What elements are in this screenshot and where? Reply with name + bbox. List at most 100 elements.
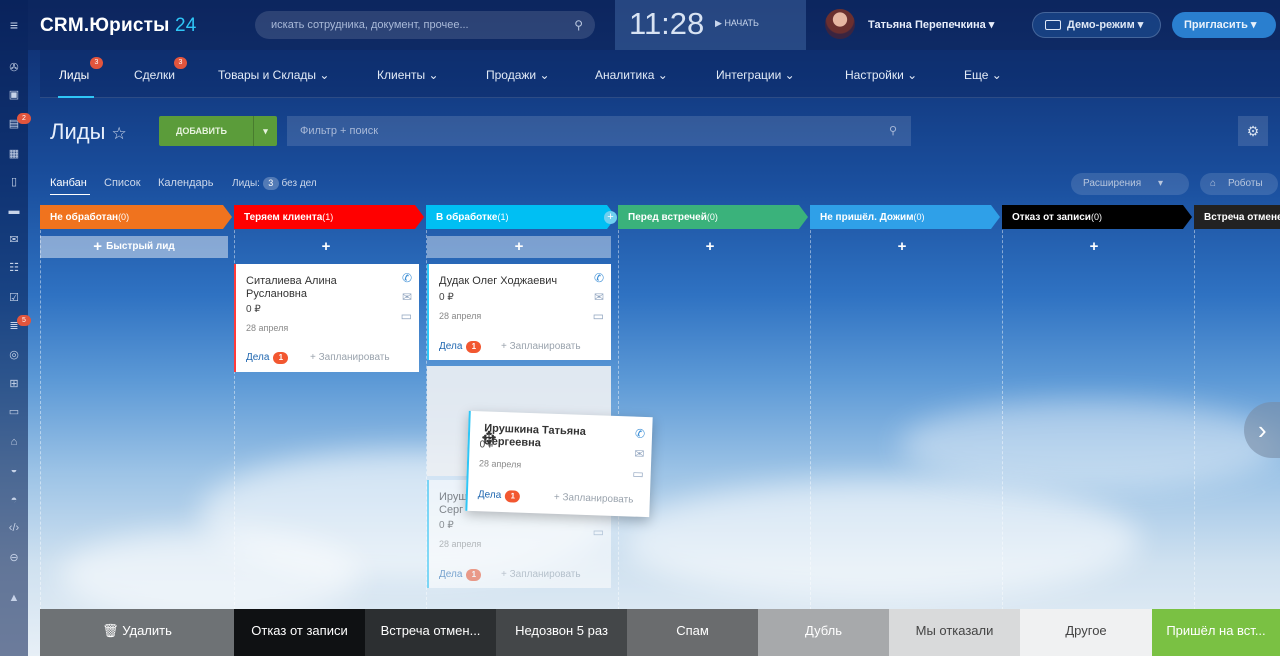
user-menu[interactable]: Татьяна Перепечкина ▾ bbox=[868, 18, 994, 31]
tab-products[interactable]: Товары и Склады ⌄ bbox=[218, 68, 329, 82]
phone-icon[interactable]: ✆ bbox=[402, 271, 412, 285]
schedule-link[interactable]: + Запланировать bbox=[501, 341, 581, 352]
gear-icon[interactable]: ⚙ bbox=[1238, 116, 1268, 146]
schedule-link[interactable]: + Запланировать bbox=[554, 492, 634, 506]
tab-clients[interactable]: Клиенты ⌄ bbox=[377, 68, 439, 82]
lead-card[interactable]: Ситалиева Алина Руслановна 0 ₽ 28 апреля… bbox=[234, 264, 419, 372]
mail-icon[interactable]: ✉ bbox=[402, 290, 412, 304]
extensions-button[interactable]: Расширения ▾ bbox=[1071, 173, 1189, 195]
tab-deals[interactable]: Сделки bbox=[134, 68, 175, 82]
avatar[interactable] bbox=[825, 9, 855, 39]
demo-mode-button[interactable]: Демо-режим ▾ bbox=[1032, 12, 1161, 38]
chevron-down-icon[interactable]: ▾ bbox=[253, 116, 277, 146]
stage-header[interactable]: Отказ от записи(0) bbox=[1002, 205, 1192, 229]
more-circle-icon[interactable]: ⊖ bbox=[7, 552, 21, 564]
live-feed-icon[interactable]: ✇ bbox=[7, 62, 21, 74]
tab-more[interactable]: Еще ⌄ bbox=[964, 68, 1002, 82]
add-card-button[interactable]: + bbox=[234, 236, 418, 258]
leads-count-badge[interactable]: 3 bbox=[262, 177, 279, 190]
start-day-button[interactable]: ▶ НАЧАТЬ bbox=[715, 18, 759, 29]
filter-search-input[interactable]: Фильтр + поиск ⚲ bbox=[287, 116, 911, 146]
view-calendar[interactable]: Календарь bbox=[158, 177, 214, 189]
lead-name[interactable]: Ситалиева Алина Руслановна bbox=[246, 275, 386, 301]
deals-link[interactable]: Дела 1 bbox=[439, 341, 482, 353]
no-deals-label[interactable]: без дел bbox=[282, 178, 317, 189]
star-icon[interactable]: ☆ bbox=[112, 124, 127, 143]
add-card-button[interactable]: + bbox=[427, 236, 611, 258]
dropzone-duplicate[interactable]: Дубль bbox=[758, 609, 889, 656]
view-list[interactable]: Список bbox=[104, 177, 141, 189]
lead-date: 28 апреля bbox=[439, 311, 482, 321]
target-icon[interactable]: ◎ bbox=[7, 349, 21, 361]
stage-header[interactable]: Теряем клиента(1) bbox=[234, 205, 424, 229]
chat-bubble-icon[interactable]: ▭ bbox=[593, 309, 604, 323]
documents-icon[interactable]: ▯ bbox=[7, 176, 21, 188]
invite-button[interactable]: Пригласить ▾ bbox=[1172, 12, 1276, 38]
mail-icon[interactable]: ✉ bbox=[594, 290, 604, 304]
database-icon[interactable]: ◒ bbox=[7, 464, 21, 476]
groups-icon[interactable]: ☷ bbox=[7, 262, 21, 274]
chat-bubble-icon[interactable]: ▭ bbox=[632, 467, 644, 481]
dropzone-no-answer[interactable]: Недозвон 5 раз bbox=[496, 609, 627, 656]
stage-count: (0) bbox=[118, 212, 130, 222]
checklist-icon[interactable]: ☑ bbox=[7, 292, 21, 304]
lead-sum: 0 ₽ bbox=[246, 304, 261, 315]
deals-link[interactable]: Дела 1 bbox=[478, 489, 521, 503]
drive-icon[interactable]: ▬ bbox=[7, 205, 21, 217]
quick-lead-button[interactable]: + Быстрый лид bbox=[40, 236, 228, 258]
add-card-button[interactable]: + bbox=[810, 236, 994, 258]
add-stage-icon[interactable]: + bbox=[604, 211, 617, 224]
view-kanban[interactable]: Канбан bbox=[50, 177, 87, 189]
dropzone-refused-appointment[interactable]: Отказ от записи bbox=[234, 609, 365, 656]
add-card-button[interactable]: + bbox=[1002, 236, 1186, 258]
global-search-input[interactable]: искать сотрудника, документ, прочее... ⚲ bbox=[255, 11, 595, 39]
tab-settings[interactable]: Настройки ⌄ bbox=[845, 68, 917, 82]
stage-header[interactable]: Встреча отмене bbox=[1194, 205, 1280, 229]
chevron-down-icon: ▾ bbox=[1137, 19, 1144, 31]
tab-analytics[interactable]: Аналитика ⌄ bbox=[595, 68, 668, 82]
stage-header[interactable]: Перед встречей(0) bbox=[618, 205, 808, 229]
add-lead-button[interactable]: ДОБАВИТЬ ▾ bbox=[159, 116, 277, 146]
tab-integrations[interactable]: Интеграции ⌄ bbox=[716, 68, 795, 82]
deals-link[interactable]: Дела 1 bbox=[246, 352, 289, 364]
lead-name[interactable]: Ирушкина Татьяна Сергеевна bbox=[484, 422, 645, 454]
logo[interactable]: CRM.Юристы 24 bbox=[40, 15, 197, 37]
tasks-icon[interactable]: ▣ bbox=[7, 89, 21, 101]
menu-icon[interactable]: ≡ bbox=[7, 18, 21, 32]
dropzone-delete[interactable]: 🗑 Удалить bbox=[40, 609, 234, 656]
deals-count-badge: 1 bbox=[466, 569, 482, 581]
lead-card[interactable]: Дудак Олег Ходжаевич 0 ₽ 28 апреля Дела 1… bbox=[427, 264, 611, 360]
phone-icon[interactable]: ✆ bbox=[594, 271, 604, 285]
work-time-widget[interactable]: 11:28 ▶ НАЧАТЬ bbox=[615, 0, 806, 50]
stage-header[interactable]: Не обработан(0) bbox=[40, 205, 232, 229]
tab-leads[interactable]: Лиды bbox=[59, 68, 89, 82]
dropzone-meeting-cancelled[interactable]: Встреча отмен... bbox=[365, 609, 496, 656]
contacts-card-icon[interactable]: ▭ bbox=[7, 406, 21, 418]
lead-card-dragging[interactable]: Ирушкина Татьяна Сергеевна 0 ₽ 28 апреля… bbox=[465, 410, 653, 518]
code-icon[interactable]: ‹/› bbox=[7, 522, 21, 534]
robot-icon[interactable]: ⌂ bbox=[7, 436, 21, 448]
search-icon[interactable]: ⚲ bbox=[889, 116, 897, 146]
storage-icon[interactable]: ◓ bbox=[7, 494, 21, 506]
add-card-button[interactable]: + bbox=[618, 236, 802, 258]
dropzone-came-to-meeting[interactable]: Пришёл на вст... bbox=[1152, 609, 1280, 656]
add-label: ДОБАВИТЬ bbox=[176, 126, 227, 136]
chat-badge: 2 bbox=[17, 113, 31, 124]
mail-icon[interactable]: ✉ bbox=[7, 234, 21, 246]
dropzone-we-refused[interactable]: Мы отказали bbox=[889, 609, 1020, 656]
tab-sales[interactable]: Продажи ⌄ bbox=[486, 68, 550, 82]
search-icon[interactable]: ⚲ bbox=[574, 11, 583, 39]
phone-icon[interactable]: ✆ bbox=[635, 427, 646, 441]
stage-header[interactable]: В обработке(1) bbox=[426, 205, 616, 229]
schedule-link[interactable]: + Запланировать bbox=[310, 352, 390, 363]
calendar-icon[interactable]: ▦ bbox=[7, 148, 21, 160]
mail-icon[interactable]: ✉ bbox=[634, 447, 645, 461]
robots-button[interactable]: ⌂ Роботы bbox=[1200, 173, 1278, 195]
stage-header[interactable]: Не пришёл. Дожим(0) bbox=[810, 205, 1000, 229]
dropzone-other[interactable]: Другое bbox=[1020, 609, 1152, 656]
dropzone-spam[interactable]: Спам bbox=[627, 609, 758, 656]
lead-name[interactable]: Дудак Олег Ходжаевич bbox=[439, 275, 579, 288]
chat-bubble-icon[interactable]: ▭ bbox=[401, 309, 412, 323]
shop-cart-icon[interactable]: ⊞ bbox=[7, 378, 21, 390]
up-arrow-icon[interactable]: ▲ bbox=[7, 592, 21, 604]
